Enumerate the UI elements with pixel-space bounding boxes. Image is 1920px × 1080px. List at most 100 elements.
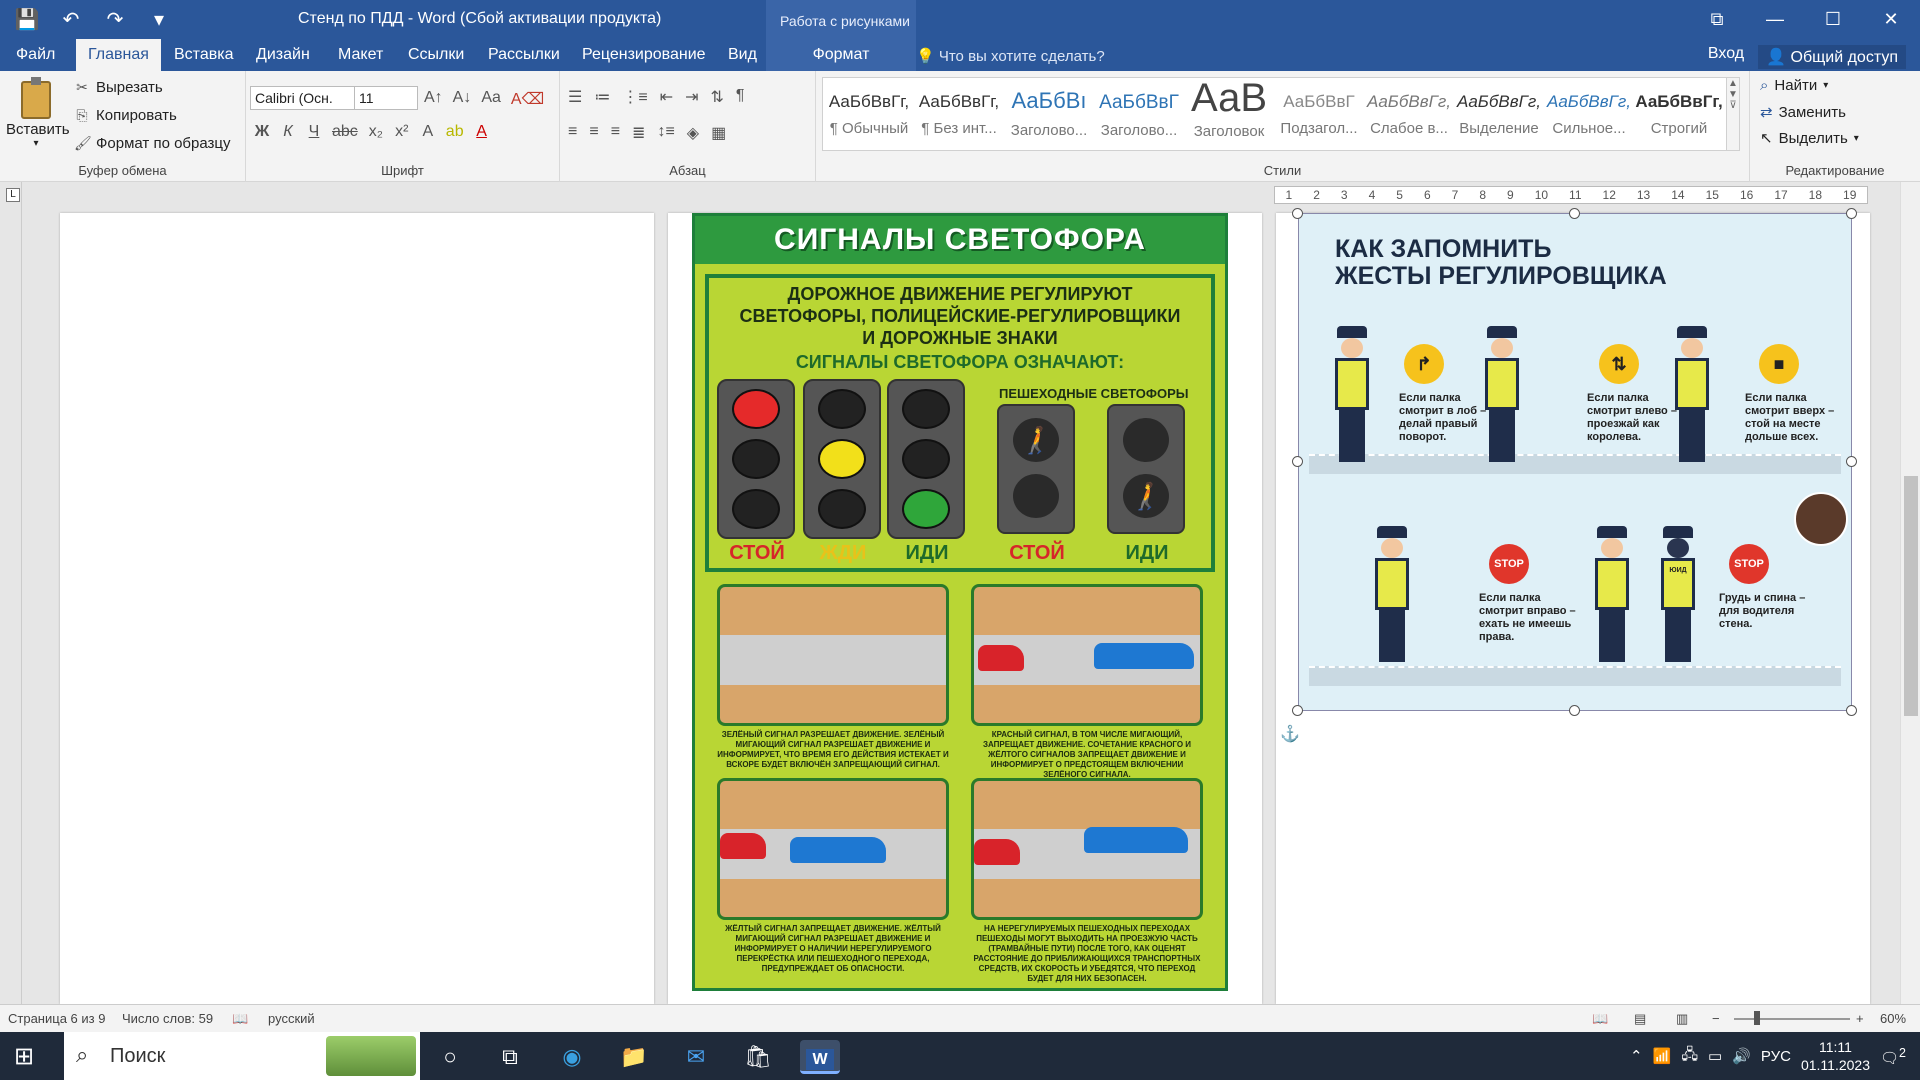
tab-mailings[interactable]: Рассылки — [476, 39, 572, 71]
zoom-slider[interactable] — [1734, 1018, 1850, 1020]
zoom-slider-thumb[interactable] — [1754, 1011, 1760, 1025]
read-mode-icon[interactable]: 📖 — [1592, 1011, 1608, 1027]
edge-icon[interactable]: ◉ — [552, 1040, 592, 1074]
maximize-button[interactable]: ☐ — [1804, 0, 1862, 39]
proofing-icon[interactable]: 📖 — [232, 1011, 248, 1027]
clock[interactable]: 11:11 01.11.2023 — [1801, 1038, 1870, 1074]
tab-selector[interactable]: L — [6, 188, 20, 202]
tell-me-box[interactable]: 💡 Что вы хотите сделать? — [916, 47, 1105, 65]
font-name-box[interactable]: Calibri (Осн. — [250, 86, 356, 110]
numbering-icon[interactable]: ≔ — [594, 87, 610, 107]
resize-handle[interactable] — [1292, 208, 1303, 219]
clear-format-icon[interactable]: A⌫ — [511, 89, 544, 109]
resize-handle[interactable] — [1292, 705, 1303, 716]
vertical-ruler[interactable] — [0, 182, 22, 1004]
subscript-icon[interactable]: x₂ — [368, 123, 384, 141]
align-center-icon[interactable]: ≡ — [589, 123, 598, 143]
sort-icon[interactable]: ⇅ — [711, 87, 724, 107]
battery-icon[interactable]: ▭ — [1708, 1047, 1722, 1065]
style-emphasis[interactable]: АаБбВвГг, Выделение — [1455, 78, 1543, 150]
grow-font-icon[interactable]: A↑ — [424, 89, 443, 109]
resize-handle[interactable] — [1569, 208, 1580, 219]
style-intense-emphasis[interactable]: АаБбВвГг, Сильное... — [1545, 78, 1633, 150]
bullets-icon[interactable]: ☰ — [568, 87, 582, 107]
tab-insert[interactable]: Вставка — [162, 39, 245, 71]
page-left[interactable] — [60, 213, 654, 1004]
tab-layout[interactable]: Макет — [326, 39, 395, 71]
volume-icon[interactable]: 🔊 — [1732, 1047, 1751, 1065]
tab-format[interactable]: Формат — [766, 39, 916, 71]
vertical-scrollbar[interactable] — [1900, 182, 1920, 1004]
multilevel-list-icon[interactable]: ⋮≡ — [622, 87, 647, 107]
scrollbar-thumb[interactable] — [1904, 476, 1918, 716]
word-count[interactable]: Число слов: 59 — [122, 1011, 213, 1026]
underline-button[interactable]: Ч — [306, 123, 322, 141]
italic-button[interactable]: К — [280, 123, 296, 141]
language[interactable]: русский — [268, 1011, 315, 1026]
shrink-font-icon[interactable]: A↓ — [453, 89, 472, 109]
undo-icon[interactable]: ↶ — [58, 7, 84, 32]
share-button[interactable]: 👤 Общий доступ — [1758, 45, 1906, 69]
justify-icon[interactable]: ≣ — [632, 123, 645, 143]
style-subtitle[interactable]: АаБбВвГ Подзагол... — [1275, 78, 1363, 150]
replace-button[interactable]: ⇄ Заменить — [1760, 103, 1846, 122]
paste-button[interactable]: Вставить ▾ — [6, 77, 70, 163]
decrease-indent-icon[interactable]: ⇤ — [660, 87, 673, 107]
windows-start-icon[interactable]: ⊞ — [14, 1042, 34, 1071]
strikethrough-icon[interactable]: abc — [332, 123, 358, 141]
borders-icon[interactable]: ▦ — [711, 123, 726, 143]
copy-button[interactable]: ⎘ Копировать — [74, 107, 176, 124]
tab-view[interactable]: Вид — [716, 39, 769, 71]
tab-file[interactable]: Файл — [4, 39, 67, 71]
align-right-icon[interactable]: ≡ — [611, 123, 620, 143]
tab-references[interactable]: Ссылки — [396, 39, 476, 71]
chevron-up-icon[interactable]: ⌃ — [1630, 1047, 1643, 1065]
task-view-icon[interactable]: ⧉ — [490, 1040, 530, 1074]
tab-home[interactable]: Главная — [76, 39, 161, 71]
increase-indent-icon[interactable]: ⇥ — [685, 87, 698, 107]
traffic-signals-poster[interactable]: СИГНАЛЫ СВЕТОФОРА ДОРОЖНОЕ ДВИЖЕНИЕ РЕГУ… — [692, 213, 1228, 991]
superscript-icon[interactable]: x² — [394, 123, 410, 141]
format-painter-button[interactable]: 🖌 Формат по образцу — [74, 135, 231, 152]
cut-button[interactable]: ✂ Вырезать — [74, 79, 163, 96]
mail-icon[interactable]: ✉ — [676, 1040, 716, 1074]
file-explorer-icon[interactable]: 📁 — [614, 1040, 654, 1074]
page-count[interactable]: Страница 6 из 9 — [8, 1011, 105, 1026]
resize-handle[interactable] — [1292, 456, 1303, 467]
layout-options-icon[interactable] — [1794, 492, 1848, 546]
resize-handle[interactable] — [1569, 705, 1580, 716]
wifi-icon[interactable]: 📶 — [1653, 1047, 1672, 1065]
bold-button[interactable]: Ж — [254, 123, 270, 141]
redo-icon[interactable]: ↷ — [102, 7, 128, 32]
save-icon[interactable]: 💾 — [14, 7, 40, 32]
tab-design[interactable]: Дизайн — [244, 39, 322, 71]
style-title[interactable]: АаВ Заголовок — [1185, 76, 1273, 150]
change-case-icon[interactable]: Aa — [481, 89, 501, 109]
cortana-icon[interactable]: ○ — [430, 1040, 470, 1074]
resize-handle[interactable] — [1846, 705, 1857, 716]
font-color-icon[interactable]: A — [474, 123, 490, 141]
line-spacing-icon[interactable]: ↕≡ — [657, 123, 674, 143]
pilcrow-icon[interactable]: ¶ — [736, 87, 745, 107]
style-strong[interactable]: АаБбВвГг, Строгий — [1635, 78, 1723, 150]
web-layout-icon[interactable]: ▥ — [1676, 1011, 1688, 1027]
word-taskbar-icon[interactable]: W — [800, 1040, 840, 1074]
sign-in-link[interactable]: Вход — [1708, 45, 1744, 69]
store-icon[interactable]: 🛍 — [738, 1040, 778, 1074]
text-effects-icon[interactable]: A — [420, 123, 436, 141]
align-left-icon[interactable]: ≡ — [568, 123, 577, 143]
close-button[interactable]: ✕ — [1862, 0, 1920, 39]
highlight-icon[interactable]: ab — [446, 123, 464, 141]
font-size-box[interactable]: 11 — [354, 86, 418, 110]
network-icon[interactable]: 🖧 — [1681, 1044, 1698, 1069]
taskbar-search[interactable]: ⌕ Поиск — [64, 1032, 420, 1080]
shading-icon[interactable]: ◈ — [687, 123, 699, 143]
print-layout-icon[interactable]: ▤ — [1634, 1011, 1646, 1027]
customize-qat-icon[interactable]: ▾ — [146, 7, 172, 32]
select-button[interactable]: ↖ Выделить ▾ — [1760, 129, 1859, 148]
zoom-level[interactable]: 60% — [1880, 1011, 1906, 1026]
style-subtle-emphasis[interactable]: АаБбВвГг, Слабое в... — [1365, 78, 1453, 150]
zoom-out-icon[interactable]: − — [1712, 1011, 1720, 1026]
style-no-spacing[interactable]: АаБбВвГг, ¶ Без инт... — [915, 78, 1003, 150]
zoom-in-icon[interactable]: + — [1856, 1011, 1864, 1026]
